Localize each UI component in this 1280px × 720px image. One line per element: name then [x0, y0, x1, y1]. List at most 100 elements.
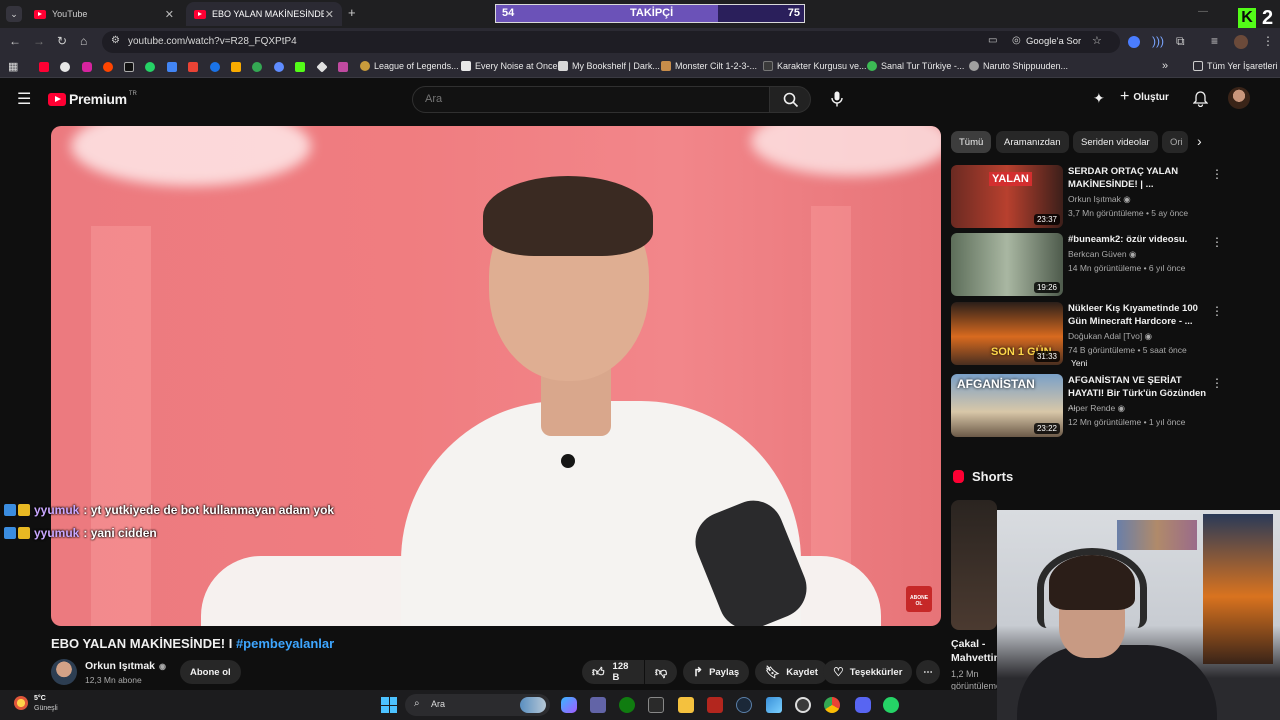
bookmark-link[interactable]: My Bookshelf | Dark... — [558, 61, 660, 71]
bookmark-star-icon[interactable]: ☆ — [1092, 34, 1102, 47]
channel-name[interactable]: Doğukan Adal [Tvo] ◉ — [1068, 331, 1152, 342]
minimize-window-button[interactable]: — — [1198, 6, 1208, 17]
ask-google-button[interactable]: Google'a Sor — [1026, 36, 1081, 47]
close-tab-icon[interactable]: ✕ — [165, 8, 174, 21]
share-button[interactable]: ↱ Paylaş — [683, 660, 750, 684]
video-player[interactable]: ABONE OL — [51, 126, 941, 626]
slides-bookmark-icon[interactable] — [231, 62, 241, 72]
taskbar-search[interactable]: ⌕ Ara — [405, 694, 550, 716]
home-icon[interactable]: ⌂ — [80, 34, 87, 48]
copilot-icon[interactable] — [561, 697, 577, 713]
short-title[interactable]: Çakal - Mahvettin — [951, 637, 997, 665]
bookmark-link[interactable]: Sanal Tur Türkiye -... — [867, 61, 964, 71]
extensions-puzzle-icon[interactable]: ⧉ — [1176, 34, 1185, 49]
tab-current-video[interactable]: EBO YALAN MAKİNESİNDE! I #p ✕ — [186, 2, 342, 26]
video-thumbnail[interactable]: AFGANİSTAN 23:22 — [951, 374, 1063, 437]
chrome-icon[interactable] — [824, 697, 840, 713]
obs-icon[interactable] — [795, 697, 811, 713]
start-button[interactable] — [381, 697, 397, 713]
thanks-button[interactable]: ♡ Teşekkürler — [823, 660, 913, 684]
kick-bookmark-icon[interactable] — [295, 62, 305, 72]
voice-search-button[interactable] — [825, 87, 849, 111]
short-thumbnail[interactable] — [951, 500, 997, 630]
chip-all[interactable]: Tümü — [951, 131, 992, 153]
epic-games-icon[interactable] — [648, 697, 664, 713]
new-tab-button[interactable]: + — [348, 5, 356, 20]
reading-list-icon[interactable]: ≡ — [1211, 34, 1218, 48]
diamond-bookmark-icon[interactable] — [316, 61, 328, 73]
recommendation-item[interactable]: SON 1 GÜN 31:33 Nükleer Kış Kıyametinde … — [951, 302, 1223, 368]
discord-icon[interactable] — [855, 697, 871, 713]
instagram-bookmark-icon[interactable] — [82, 62, 92, 72]
chrome-menu-icon[interactable]: ⋮ — [1262, 34, 1274, 48]
teams-icon[interactable] — [590, 697, 606, 713]
channel-name[interactable]: Orkun Işıtmak ◉ — [85, 660, 166, 672]
tab-search-dropdown-icon[interactable]: ⌄ — [6, 6, 22, 22]
channel-name[interactable]: Berkcan Güven ◉ — [1068, 249, 1136, 260]
translate-bookmark-icon[interactable] — [167, 62, 177, 72]
more-actions-icon[interactable]: ⋮ — [1211, 167, 1223, 181]
search-button[interactable] — [769, 86, 811, 113]
whatsapp-icon[interactable] — [883, 697, 899, 713]
search-box[interactable] — [412, 86, 770, 113]
channel-avatar[interactable] — [51, 659, 77, 685]
chip-original[interactable]: Ori — [1162, 131, 1188, 153]
google-lens-icon[interactable]: ◎ — [1012, 35, 1021, 46]
chevron-right-icon[interactable]: › — [1197, 133, 1202, 149]
video-thumbnail[interactable]: 19:26 — [951, 233, 1063, 296]
back-icon[interactable]: ← — [9, 34, 21, 48]
recommendation-item[interactable]: YALAN 23:37 SERDAR ORTAÇ YALAN MAKİNESİN… — [951, 165, 1223, 229]
subscribe-button[interactable]: Abone ol — [180, 660, 241, 684]
video-title[interactable]: Nükleer Kış Kıyametinde 100 Gün Minecraf… — [1068, 302, 1208, 328]
recommendation-item[interactable]: 19:26 #buneamk2: özür videosu. Berkcan G… — [951, 233, 1223, 297]
notification-bell-icon[interactable] — [1193, 91, 1208, 107]
tab-youtube[interactable]: YouTube ✕ — [26, 2, 182, 26]
install-app-icon[interactable]: ▭ — [988, 35, 997, 46]
more-actions-icon[interactable]: ⋮ — [1211, 235, 1223, 249]
game-launcher-icon[interactable] — [707, 697, 723, 713]
like-button[interactable]: 👍︎ 128 B — [582, 660, 644, 684]
weather-icon[interactable] — [14, 696, 28, 710]
all-bookmarks-folder[interactable]: Tüm Yer İşaretleri — [1193, 61, 1278, 71]
hamburger-menu-icon[interactable]: ☰ — [17, 89, 31, 109]
dislike-button[interactable]: 👎︎ — [645, 660, 677, 684]
dots-bookmark-icon[interactable] — [252, 62, 262, 72]
reload-icon[interactable]: ↻ — [57, 34, 67, 48]
media-bookmark-icon[interactable] — [210, 62, 220, 72]
map-bookmark-icon[interactable] — [338, 62, 348, 72]
circle-bookmark-icon[interactable] — [274, 62, 284, 72]
forward-icon[interactable]: → — [33, 34, 45, 48]
file-explorer-icon[interactable] — [678, 697, 694, 713]
youtube-premium-logo[interactable]: Premium TR — [48, 91, 137, 107]
subscribe-watermark[interactable]: ABONE OL — [906, 586, 932, 612]
steam-icon[interactable] — [736, 697, 752, 713]
video-title[interactable]: #buneamk2: özür videosu. — [1068, 233, 1208, 246]
audio-extension-icon[interactable]: ))) — [1152, 34, 1164, 48]
photos-icon[interactable] — [766, 697, 782, 713]
create-button[interactable]: + Oluştur — [1120, 89, 1169, 105]
account-avatar[interactable] — [1228, 87, 1250, 109]
x-bookmark-icon[interactable] — [124, 62, 134, 72]
youtube-bookmark-icon[interactable] — [39, 62, 49, 72]
chip-from-series[interactable]: Seriden videolar — [1073, 131, 1158, 153]
google-bookmark-icon[interactable] — [60, 62, 70, 72]
address-bar[interactable]: ⚙ youtube.com/watch?v=R28_FQXPtP4 ▭ ◎ Go… — [102, 31, 1120, 53]
more-actions-icon[interactable]: ⋮ — [1211, 376, 1223, 390]
premium-gem-icon[interactable]: ✦ — [1093, 90, 1105, 107]
more-bookmarks-icon[interactable]: » — [1162, 60, 1168, 72]
extension-icon[interactable] — [1128, 36, 1140, 48]
channel-name[interactable]: Alper Rende ◉ — [1068, 403, 1125, 414]
site-info-icon[interactable]: ⚙ — [111, 35, 120, 46]
bookmark-link[interactable]: Karakter Kurgusu ve... — [763, 61, 867, 71]
bookmark-link[interactable]: League of Legends... — [360, 61, 459, 71]
gmail-bookmark-icon[interactable] — [188, 62, 198, 72]
more-actions-button[interactable]: ⋯ — [916, 660, 940, 684]
save-button[interactable]: 🔖︎ Kaydet — [755, 660, 828, 684]
video-thumbnail[interactable]: SON 1 GÜN 31:33 — [951, 302, 1063, 365]
video-hashtag-link[interactable]: #pembeyalanlar — [236, 636, 334, 651]
apps-grid-icon[interactable]: ▦ — [8, 60, 18, 73]
channel-name[interactable]: Orkun Işıtmak ◉ — [1068, 194, 1131, 205]
chip-from-search[interactable]: Aramanızdan — [996, 131, 1069, 153]
video-thumbnail[interactable]: YALAN 23:37 — [951, 165, 1063, 228]
more-actions-icon[interactable]: ⋮ — [1211, 304, 1223, 318]
